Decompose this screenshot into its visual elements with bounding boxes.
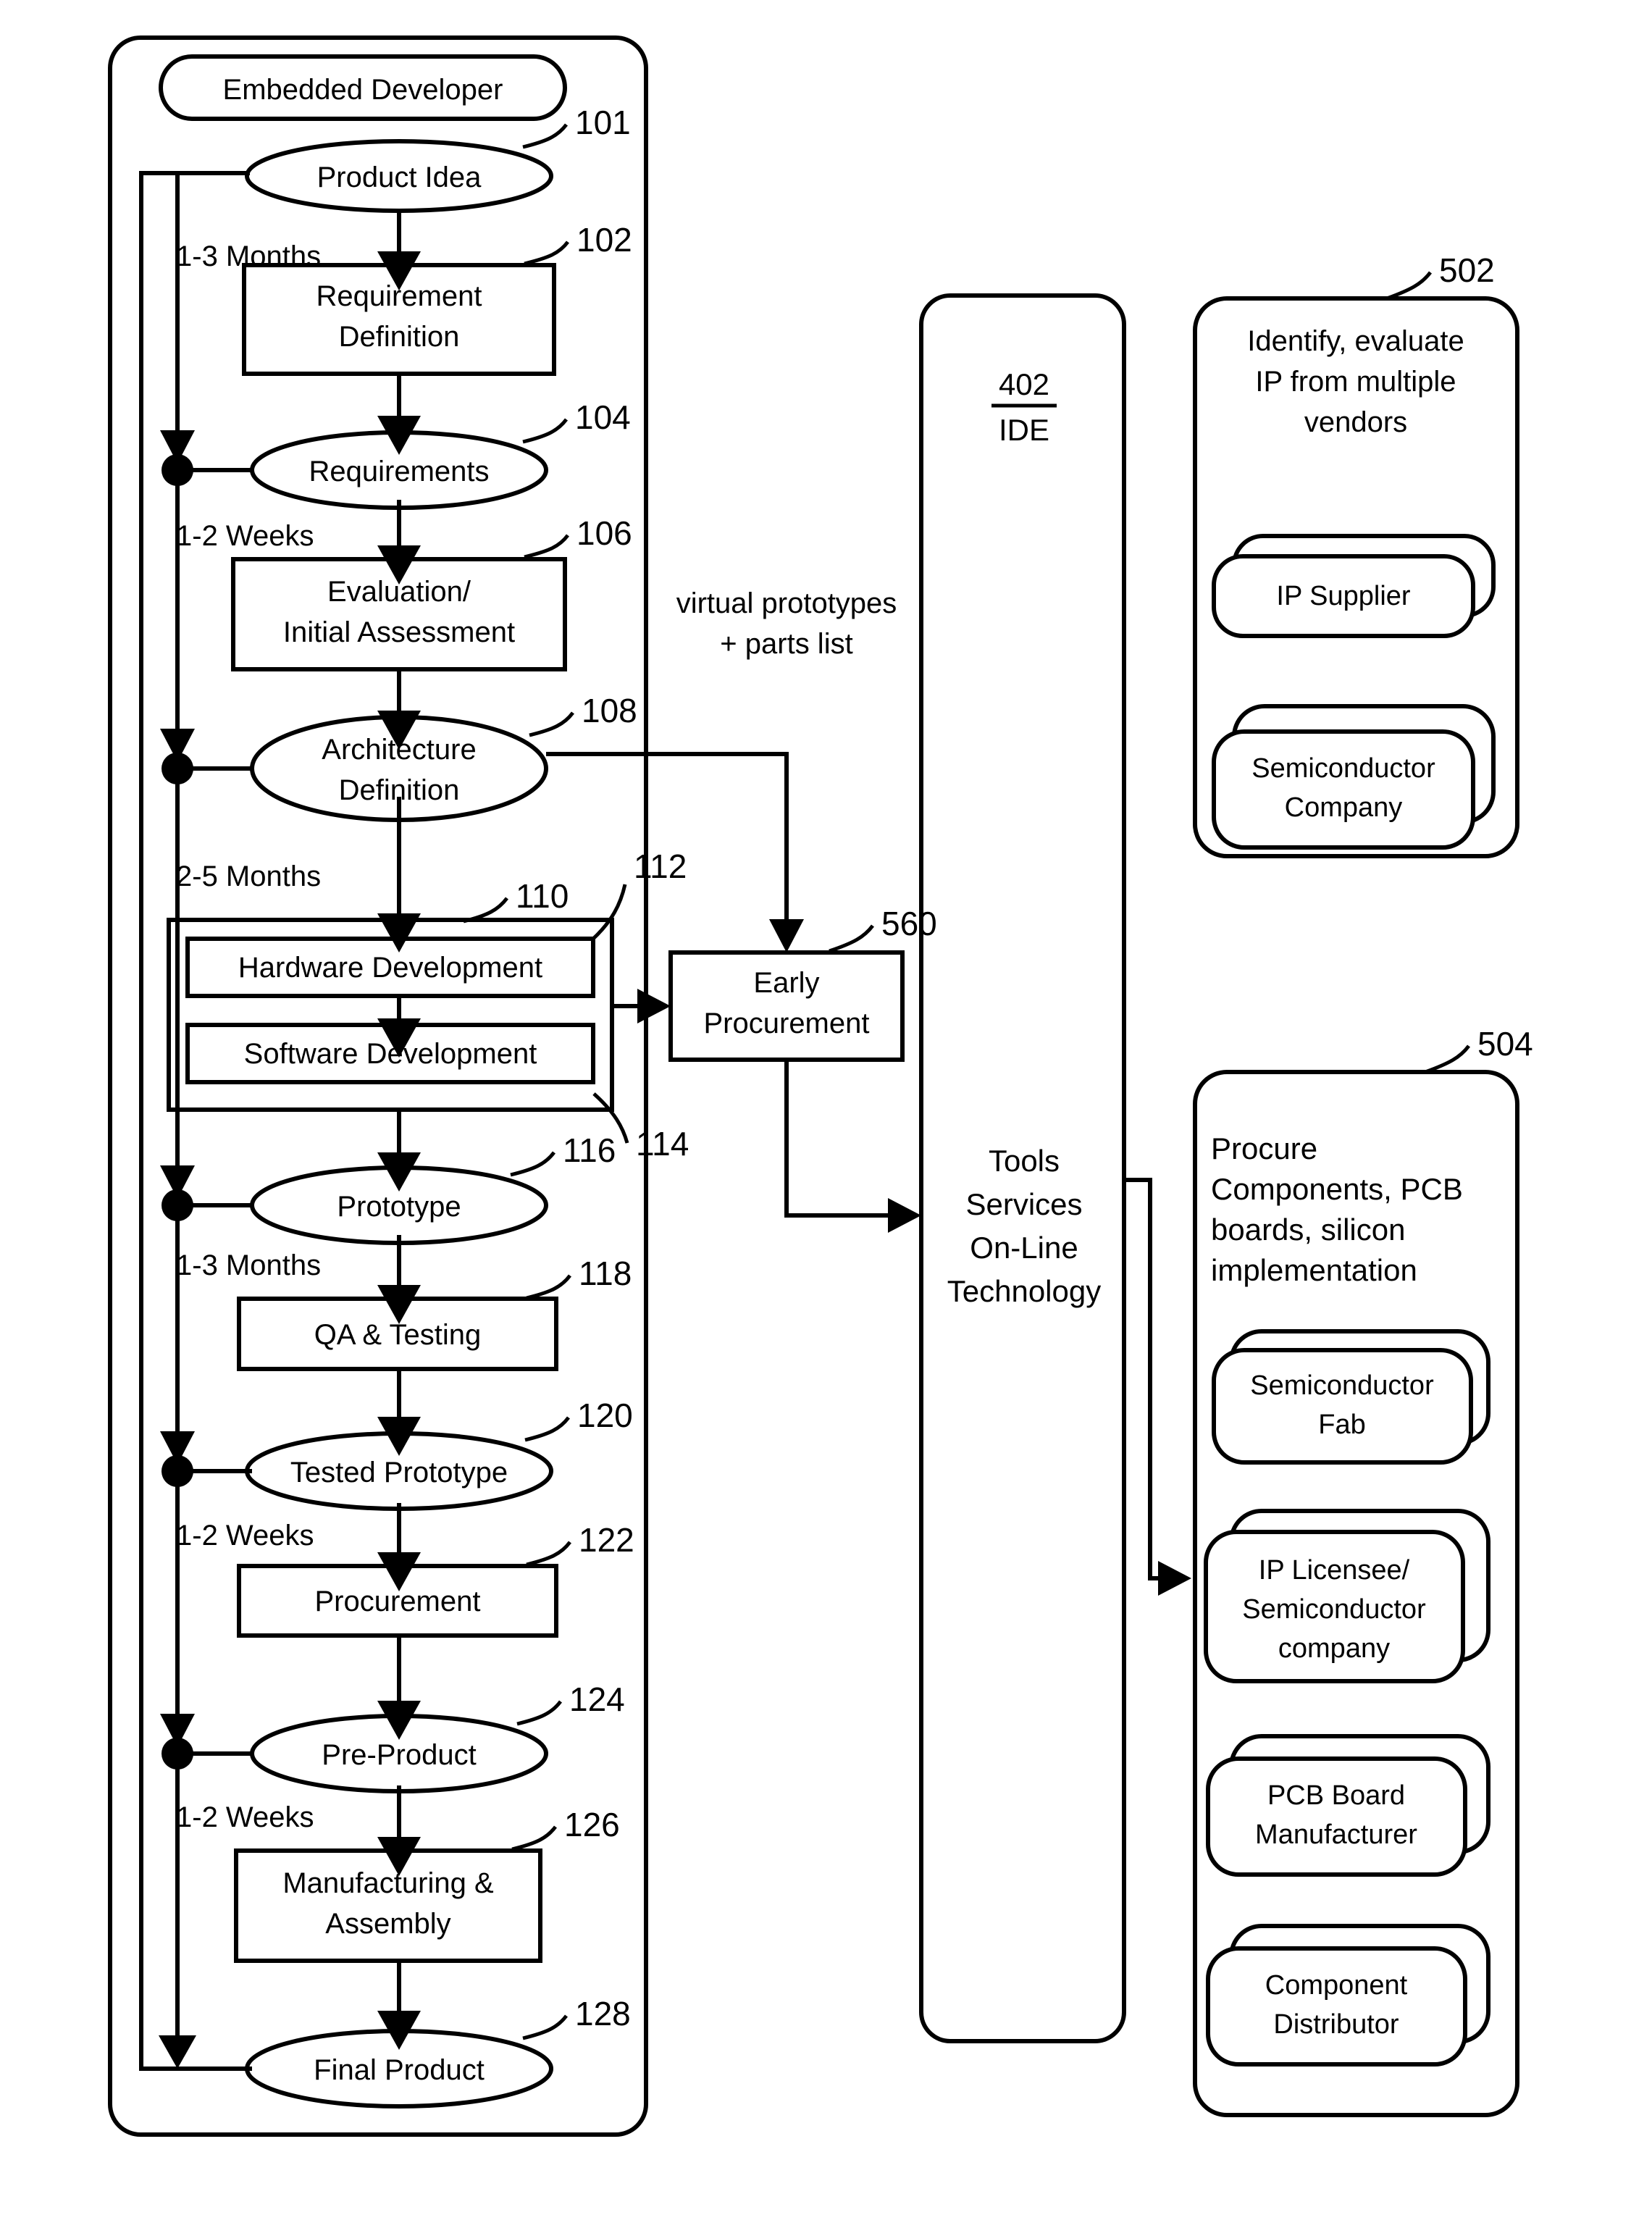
- card-semiconductor-fab-line2: Fab: [1318, 1410, 1365, 1440]
- ref-128-label: 128: [575, 1995, 631, 2032]
- panel-ide-body-line4: Technology: [947, 1274, 1101, 1308]
- ref-104-label: 104: [575, 398, 631, 436]
- panel-ide-body-line2: Services: [965, 1187, 1082, 1221]
- patent-flowchart-figure: Embedded Developer Product Idea 101 Requ…: [0, 0, 1652, 2236]
- node-evaluation-line2: Initial Assessment: [283, 616, 515, 648]
- card-semiconductor-company-front: [1212, 729, 1475, 850]
- node-product-idea-label: Product Idea: [317, 162, 482, 193]
- ref-114-label: 114: [636, 1125, 689, 1163]
- ref-126-label: 126: [564, 1806, 620, 1843]
- panel-ide-body-line1: Tools: [989, 1144, 1060, 1178]
- node-early-procurement-line1: Early: [753, 967, 819, 999]
- card-pcb-board-front: [1206, 1756, 1467, 1877]
- card-semiconductor-company[interactable]: Semiconductor Company: [1212, 704, 1496, 850]
- ref-112-label: 112: [634, 847, 687, 885]
- card-pcb-board-line1: PCB Board: [1267, 1780, 1405, 1811]
- card-semiconductor-fab[interactable]: Semiconductor Fab: [1212, 1329, 1490, 1465]
- ref-504-label: 504: [1477, 1025, 1533, 1063]
- ref-102-label: 102: [576, 221, 632, 259]
- panel-ip-suppliers-heading-line3: vendors: [1304, 406, 1407, 438]
- panel-ide-ref-label: 402: [999, 367, 1049, 401]
- ref-120-label: 120: [577, 1397, 633, 1434]
- card-ip-licensee-line1: IP Licensee/: [1259, 1555, 1410, 1586]
- card-ip-supplier-label: IP Supplier: [1276, 581, 1411, 611]
- duration-label-after-product-idea: 1-3 Months: [176, 240, 321, 272]
- node-procurement-label: Procurement: [315, 1586, 481, 1617]
- node-tested-prototype-label: Tested Prototype: [290, 1457, 508, 1488]
- duration-label-after-prototype: 1-3 Months: [176, 1249, 321, 1281]
- panel-ide-body-line3: On-Line: [970, 1231, 1078, 1265]
- panel-ide-name-label: IDE: [999, 413, 1049, 447]
- ref-560-label: 560: [881, 905, 937, 942]
- node-requirement-definition-line1: Requirement: [316, 280, 482, 312]
- duration-label-after-architecture: 2-5 Months: [176, 861, 321, 892]
- ref-118-label: 118: [579, 1255, 632, 1292]
- ref-122-label: 122: [579, 1521, 634, 1559]
- panel-ip-suppliers-heading-line1: Identify, evaluate: [1247, 325, 1464, 357]
- card-component-distributor-line1: Component: [1265, 1970, 1408, 2001]
- node-preproduct-label: Pre-Product: [322, 1739, 476, 1771]
- card-ip-licensee-line3: company: [1278, 1633, 1390, 1664]
- panel-procure-heading-line2: Components, PCB: [1211, 1172, 1463, 1206]
- duration-label-after-tested-prototype: 1-2 Weeks: [176, 1520, 314, 1552]
- node-requirement-definition-line2: Definition: [339, 321, 460, 353]
- node-early-procurement-line2: Procurement: [704, 1008, 870, 1039]
- card-semiconductor-company-line2: Company: [1285, 792, 1403, 823]
- node-requirements-label: Requirements: [309, 456, 489, 487]
- panel-procure-heading-line4: implementation: [1211, 1253, 1417, 1287]
- panel-ip-suppliers-heading-line2: IP from multiple: [1255, 366, 1456, 398]
- node-architecture-line2: Definition: [339, 774, 460, 806]
- edge-label-virtual-prototypes-line2: + parts list: [720, 628, 852, 660]
- panel-procure-heading-line1: Procure: [1211, 1131, 1317, 1165]
- ref-101-label: 101: [575, 104, 631, 141]
- node-prototype-label: Prototype: [337, 1191, 461, 1223]
- card-pcb-board-manufacturer[interactable]: PCB Board Manufacturer: [1206, 1734, 1490, 1877]
- card-ip-supplier[interactable]: IP Supplier: [1212, 534, 1496, 638]
- ref-124-label: 124: [569, 1680, 625, 1718]
- node-architecture-line1: Architecture: [322, 734, 476, 766]
- card-ip-licensee[interactable]: IP Licensee/ Semiconductor company: [1204, 1509, 1490, 1683]
- card-component-distributor-front: [1206, 1946, 1467, 2067]
- node-qa-testing-label: QA & Testing: [314, 1319, 482, 1351]
- duration-label-after-requirements: 1-2 Weeks: [176, 520, 314, 552]
- node-final-product-label: Final Product: [314, 2054, 485, 2086]
- node-evaluation-line1: Evaluation/: [327, 576, 471, 608]
- node-manufacturing-line2: Assembly: [325, 1908, 450, 1940]
- card-component-distributor-line2: Distributor: [1273, 2009, 1399, 2040]
- card-semiconductor-fab-line1: Semiconductor: [1250, 1370, 1434, 1401]
- node-hardware-development-label: Hardware Development: [238, 952, 542, 984]
- ref-108-label: 108: [582, 692, 637, 729]
- ref-502-label: 502: [1439, 251, 1495, 289]
- panel-procure-heading-line3: boards, silicon: [1211, 1213, 1405, 1247]
- card-pcb-board-line2: Manufacturer: [1255, 1820, 1417, 1850]
- edge-label-virtual-prototypes-line1: virtual prototypes: [676, 587, 897, 619]
- card-ip-licensee-line2: Semiconductor: [1242, 1594, 1426, 1625]
- ref-110-label: 110: [516, 877, 569, 915]
- node-software-development-label: Software Development: [244, 1038, 537, 1070]
- card-semiconductor-company-line1: Semiconductor: [1251, 753, 1435, 784]
- ref-106-label: 106: [576, 514, 632, 552]
- swimlane-title-label: Embedded Developer: [223, 74, 503, 106]
- ref-116-label: 116: [563, 1131, 616, 1169]
- node-manufacturing-line1: Manufacturing &: [282, 1867, 494, 1899]
- card-semiconductor-fab-front: [1212, 1348, 1473, 1465]
- card-component-distributor[interactable]: Component Distributor: [1206, 1924, 1490, 2067]
- duration-label-after-preproduct: 1-2 Weeks: [176, 1801, 314, 1833]
